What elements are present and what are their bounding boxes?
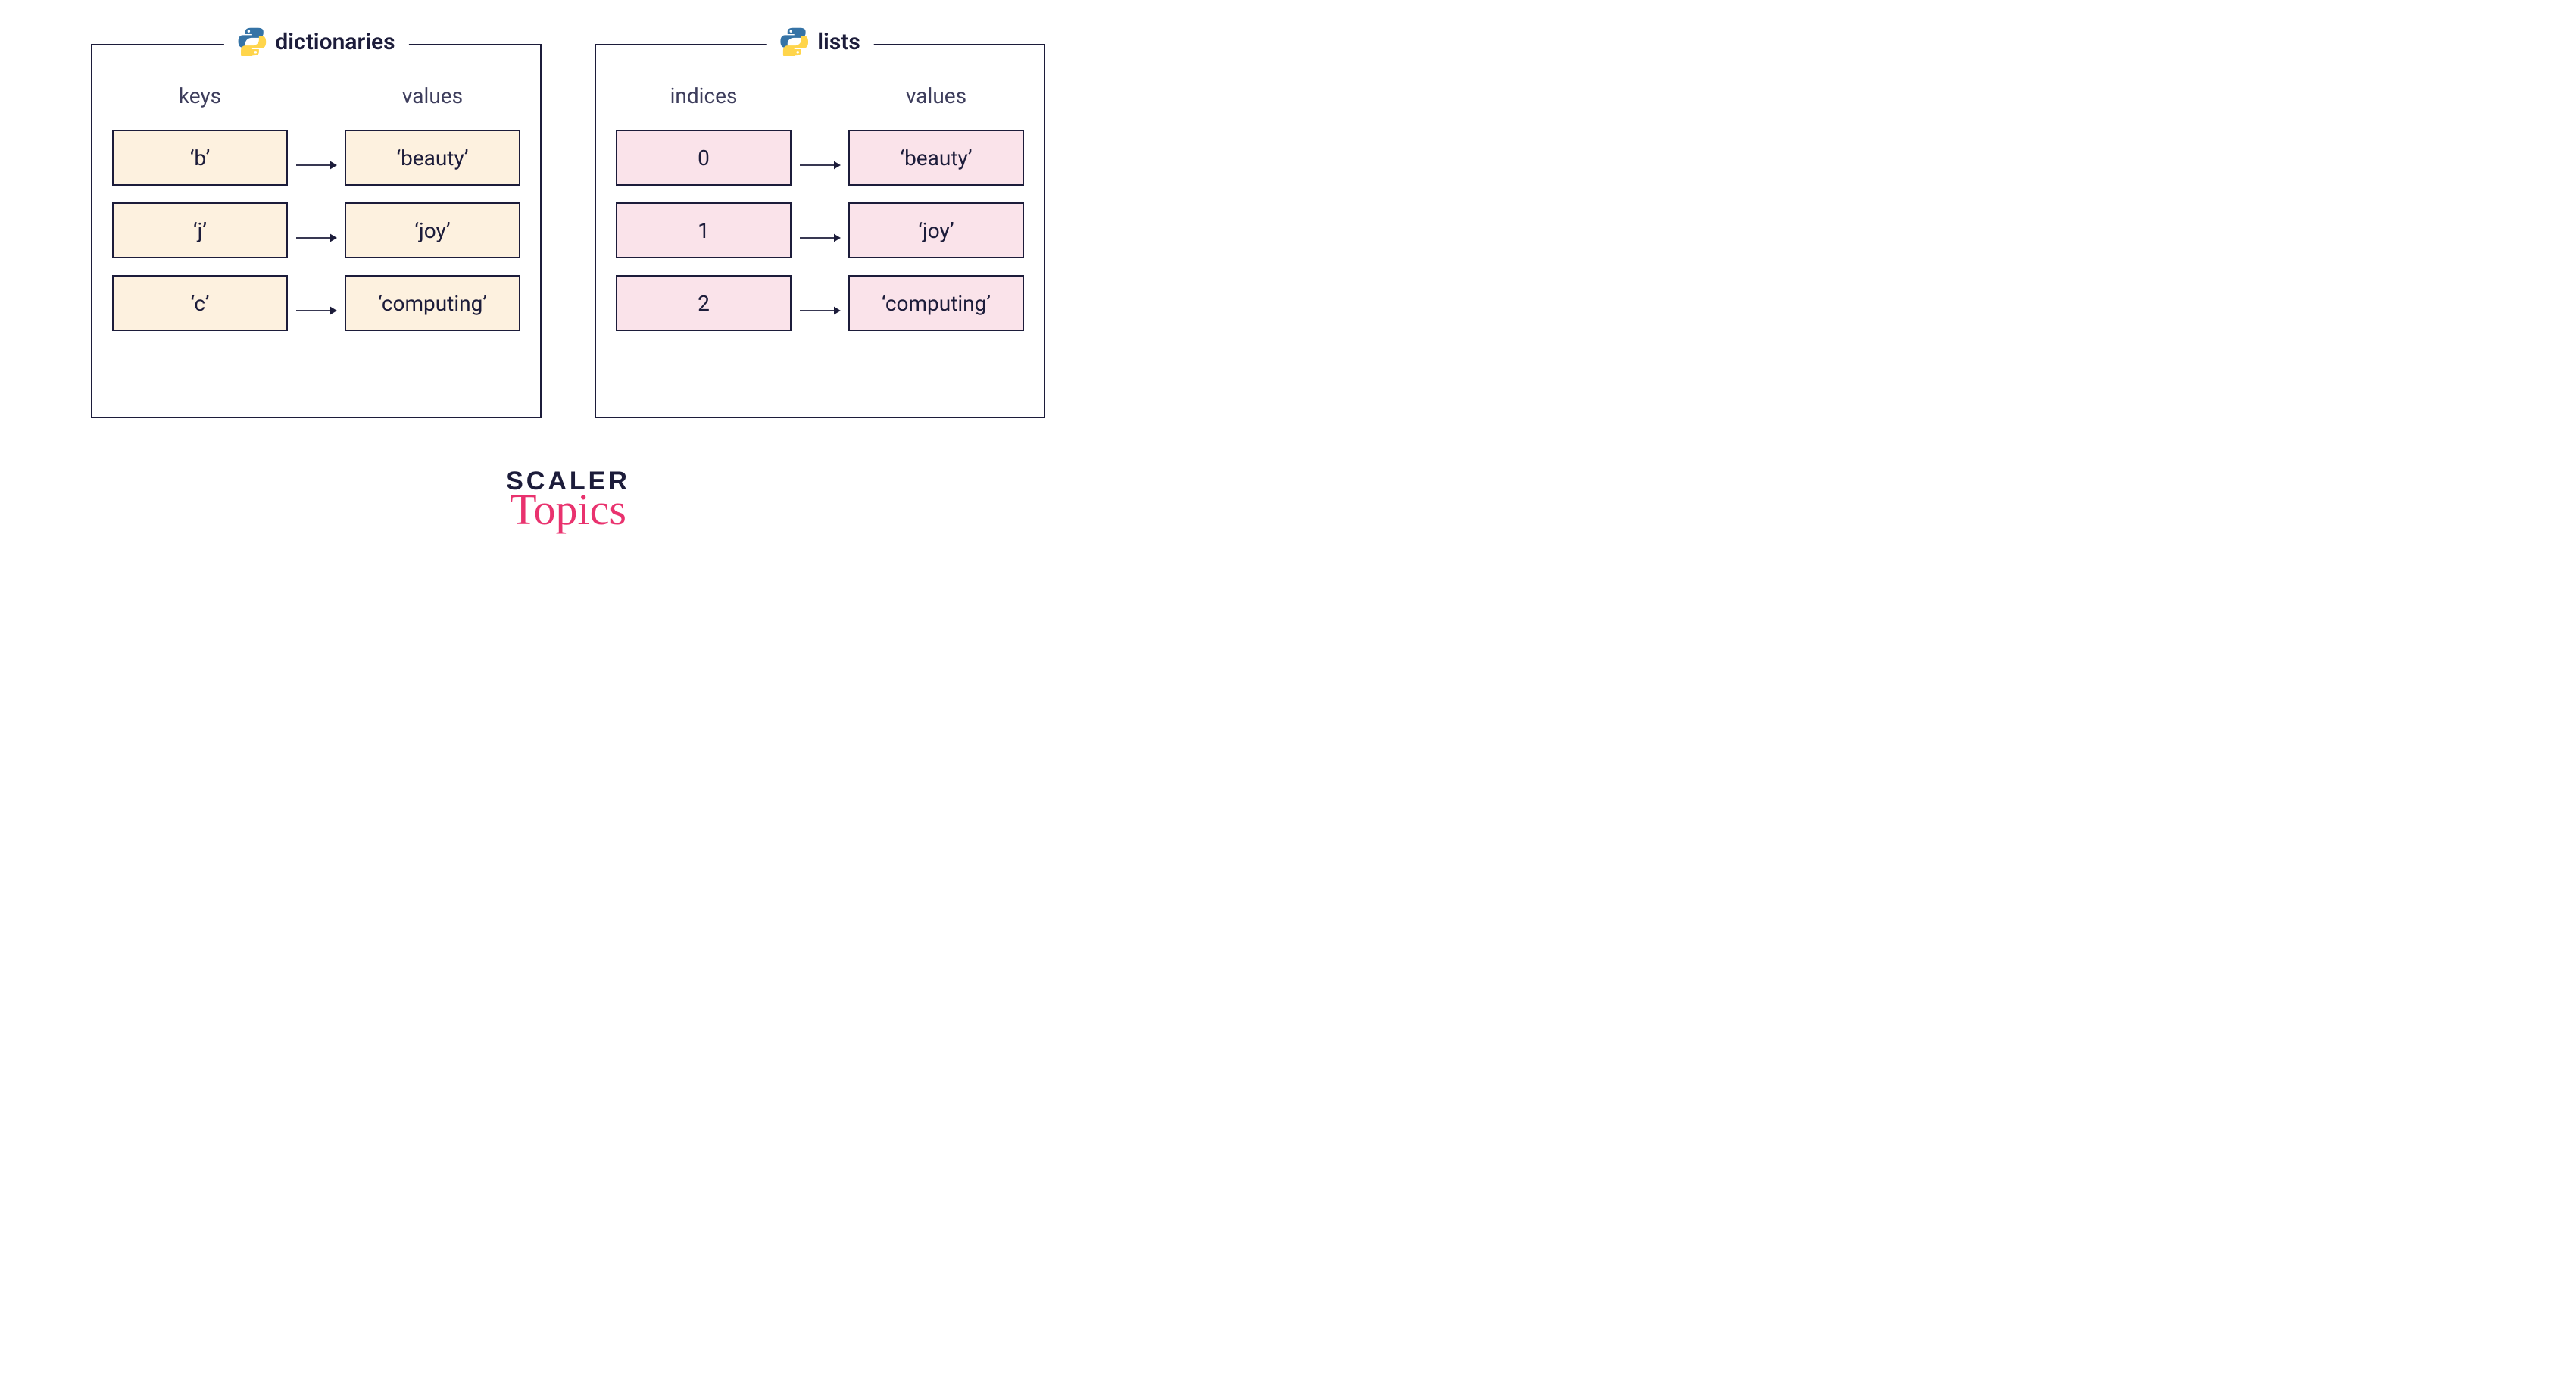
list-values-column: values ‘beauty’ ‘joy’ ‘computing’ [848, 83, 1024, 397]
list-indices-column: indices 0 1 2 [616, 83, 792, 397]
arrow-slot [792, 129, 848, 202]
dict-value-cell: ‘joy’ [345, 202, 520, 258]
arrow-slot [288, 129, 345, 202]
list-value-cell: ‘joy’ [848, 202, 1024, 258]
arrow-right-icon [296, 158, 337, 173]
panels-container: dictionaries keys ‘b’ ‘j’ ‘c’ [0, 0, 1136, 418]
panel-dict-title: dictionaries [275, 29, 395, 55]
list-value-cell: ‘beauty’ [848, 130, 1024, 186]
arrow-right-icon [800, 230, 841, 245]
dict-key-cell: ‘c’ [112, 275, 288, 331]
list-index-cell: 2 [616, 275, 792, 331]
dict-value-cell: ‘computing’ [345, 275, 520, 331]
dict-columns: keys ‘b’ ‘j’ ‘c’ values ‘beauty’ ‘joy [92, 45, 540, 417]
arrow-slot [288, 202, 345, 274]
arrow-slot [792, 202, 848, 274]
dict-value-cell: ‘beauty’ [345, 130, 520, 186]
panel-dictionaries: dictionaries keys ‘b’ ‘j’ ‘c’ [91, 44, 542, 418]
list-values-heading: values [848, 83, 1024, 108]
panel-dict-title-wrap: dictionaries [223, 27, 408, 56]
arrow-slot [792, 274, 848, 347]
dict-values-column: values ‘beauty’ ‘joy’ ‘computing’ [345, 83, 520, 397]
list-value-cell: ‘computing’ [848, 275, 1024, 331]
arrow-right-icon [800, 303, 841, 318]
dict-key-cell: ‘b’ [112, 130, 288, 186]
dict-key-cell: ‘j’ [112, 202, 288, 258]
arrow-right-icon [296, 230, 337, 245]
arrow-right-icon [800, 158, 841, 173]
python-logo-icon [779, 27, 808, 56]
footer-logo: SCALER Topics [506, 468, 630, 532]
arrow-slot [288, 274, 345, 347]
panel-list-title: lists [817, 29, 860, 55]
python-logo-icon [237, 27, 266, 56]
dict-keys-column: keys ‘b’ ‘j’ ‘c’ [112, 83, 288, 397]
panel-list-title-wrap: lists [766, 27, 874, 56]
list-columns: indices 0 1 2 values ‘beauty’ ‘joy’ [596, 45, 1044, 417]
arrow-right-icon [296, 303, 337, 318]
list-arrows [792, 83, 848, 397]
dict-values-heading: values [345, 83, 520, 108]
dict-keys-heading: keys [112, 83, 288, 108]
list-index-cell: 0 [616, 130, 792, 186]
list-index-cell: 1 [616, 202, 792, 258]
list-indices-heading: indices [616, 83, 792, 108]
panel-lists: lists indices 0 1 2 values [595, 44, 1045, 418]
dict-arrows [288, 83, 345, 397]
brand-sub: Topics [506, 488, 630, 532]
